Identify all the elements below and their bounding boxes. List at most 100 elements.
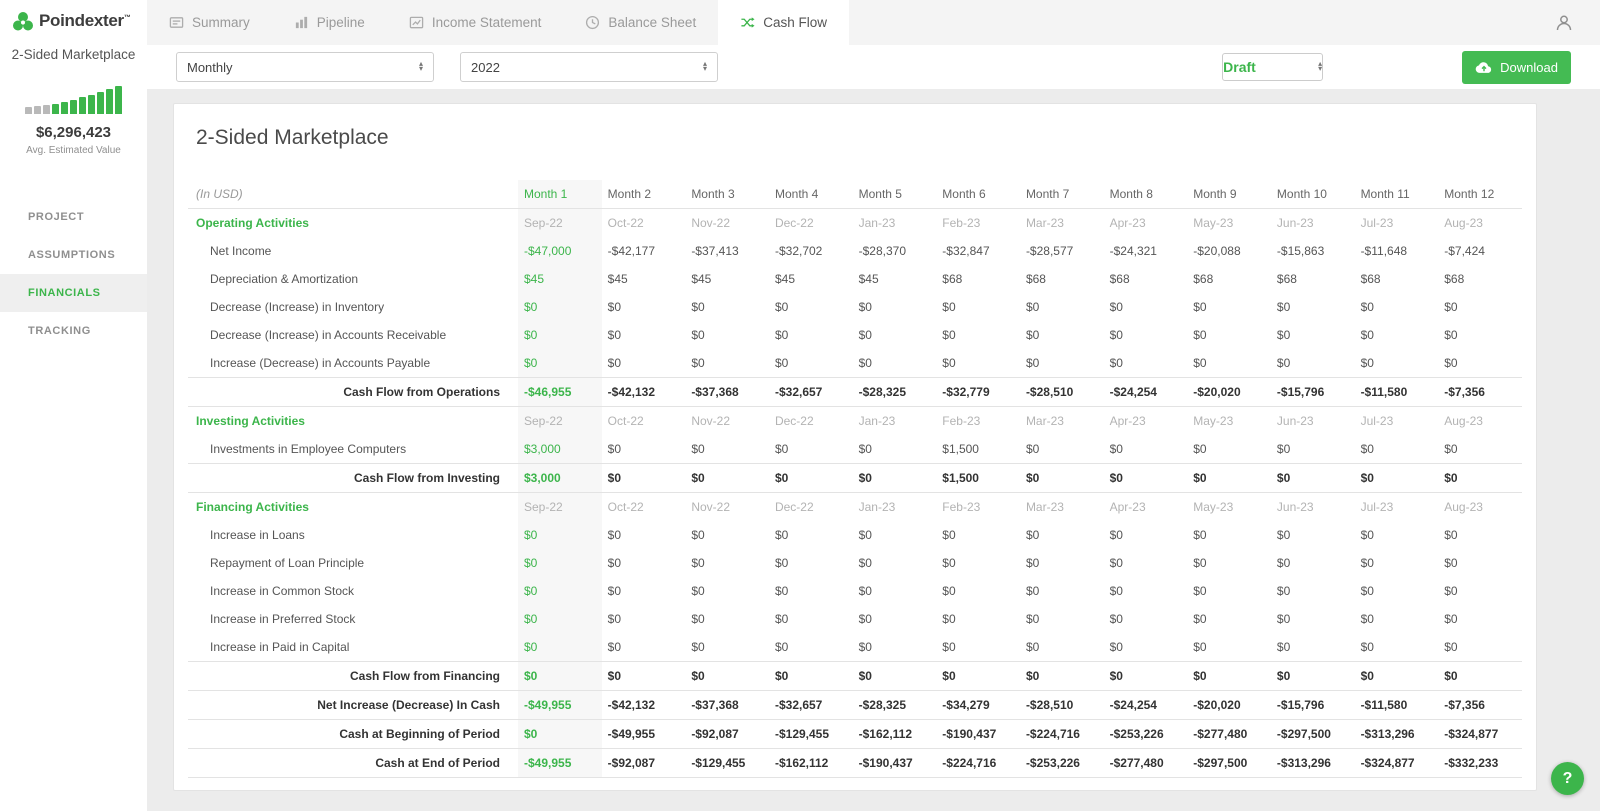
cell: -$11,580 [1354,377,1439,407]
cell: $0 [858,584,872,598]
cell: $0 [518,719,602,749]
cell: Mar-23 [1025,216,1064,230]
cell: -$162,112 [768,748,853,778]
cell: Nov-22 [691,216,730,230]
cell: -$11,648 [1360,244,1408,258]
tab-label: Balance Sheet [608,15,697,30]
sidebar-item-financials[interactable]: FINANCIALS [0,274,147,312]
cell: $0 [1276,612,1291,626]
cell: $0 [936,661,1020,691]
row-label: Depreciation & Amortization [210,272,359,286]
cell: $0 [601,661,686,691]
sidebar-item-tracking[interactable]: TRACKING [0,312,147,350]
cell: -$11,580 [1354,690,1439,720]
cell: -$32,779 [936,377,1020,407]
cell: $45 [691,272,712,286]
cell: -$28,370 [858,244,906,258]
cell: -$47,000 [518,237,602,265]
sidebar-item-project[interactable]: PROJECT [0,198,147,236]
tab-label: Cash Flow [763,15,827,30]
cell: -$224,716 [1019,719,1104,749]
cloud-upload-icon [1475,62,1492,73]
item-row: Increase in Loans $0 $0 $0 $0 $0 $0 $0 $0 $0 $0 $0 $… [188,521,1522,549]
cell: $0 [1276,300,1291,314]
cell: $68 [1025,272,1046,286]
cell: $0 [858,556,872,570]
column-header: Month 2 [601,180,686,209]
cell: $0 [942,556,956,570]
cell: -$28,577 [1025,244,1074,258]
app-logo[interactable]: Poindexter™ [0,0,147,37]
cell: Dec-22 [774,414,814,428]
cell: -$297,500 [1270,719,1355,749]
tab-cash-flow[interactable]: Cash Flow [718,0,849,45]
cell: $0 [774,356,789,370]
status-select[interactable]: Draft [1222,53,1324,81]
user-account-icon[interactable] [1554,13,1574,33]
total-row: Cash Flow from Investing $3,000 $0 $0 $0 $0 $1… [188,463,1522,493]
cell: Jul-23 [1360,500,1394,514]
cell: $0 [942,584,956,598]
cell: -$49,955 [518,690,602,720]
cell: -$37,413 [691,244,739,258]
cell: Jun-23 [1276,414,1314,428]
row-label: Increase (Decrease) in Accounts Payable [210,356,431,370]
cell: $0 [1109,442,1123,456]
cell: $0 [942,640,956,654]
cash-flow-card: 2-Sided Marketplace (In USD) Month 1 Month… [173,103,1537,791]
item-row: Increase in Paid in Capital $0 $0 $0 $0 $0 $0 $… [188,633,1522,662]
help-button[interactable]: ? [1551,762,1584,795]
cell: $0 [1444,584,1458,598]
cell: $0 [1276,556,1291,570]
cell: $0 [1270,661,1355,691]
cell: $0 [1025,612,1040,626]
cell: -$28,325 [852,377,937,407]
toolbar-right: Draft Download [1222,50,1571,84]
cell: -$15,863 [1276,244,1325,258]
cell: -$24,321 [1109,244,1157,258]
cell: $0 [1360,612,1374,626]
value-sparkline-chart [10,82,137,114]
sparkline-bar [25,107,32,114]
cell: $0 [691,584,705,598]
poindexter-logo-icon [12,11,34,33]
period-select[interactable]: Monthly [176,52,434,82]
app-logo-text: Poindexter™ [39,11,131,30]
sparkline-bar [115,86,122,114]
cell: $0 [1019,661,1104,691]
cell: $0 [518,605,602,633]
row-label: Increase in Loans [210,528,305,542]
cell: -$313,296 [1354,719,1439,749]
tab-label: Summary [192,15,250,30]
cell: $1,500 [936,463,1020,493]
tab-balance-sheet[interactable]: Balance Sheet [563,0,718,45]
cell: Jun-23 [1276,500,1314,514]
tab-summary[interactable]: Summary [147,0,272,45]
tab-pipeline[interactable]: Pipeline [272,0,387,45]
year-select[interactable]: 2022 [460,52,718,82]
cell: -$324,877 [1438,719,1522,749]
cell: $0 [858,640,872,654]
chevron-updown-icon [703,62,707,72]
tab-income-statement[interactable]: Income Statement [387,0,564,45]
download-button[interactable]: Download [1462,50,1571,84]
cell: $0 [1187,463,1271,493]
cell: -$7,356 [1438,690,1522,720]
cell: $68 [1360,272,1381,286]
cell: $0 [1025,556,1040,570]
cell: -$253,226 [1019,748,1104,778]
sparkline-bar [79,97,86,114]
section-row: Financing Activities Sep-22 Oct-22 Nov-22 De… [188,492,1522,521]
cell: $0 [1193,328,1207,342]
cell: $0 [1193,584,1207,598]
sidebar-item-assumptions[interactable]: ASSUMPTIONS [0,236,147,274]
cell: $0 [1109,356,1123,370]
sparkline-bar [52,104,59,114]
sidebar: Poindexter™ 2-Sided Marketplace $6,296,4… [0,0,147,811]
cell: $0 [1444,328,1458,342]
total-row: Cash Flow from Operations -$46,955 -$42,13… [188,377,1522,407]
cell: -$46,955 [518,377,602,407]
cell: $0 [1109,640,1123,654]
cell: $0 [774,528,789,542]
trademark: ™ [123,14,131,22]
